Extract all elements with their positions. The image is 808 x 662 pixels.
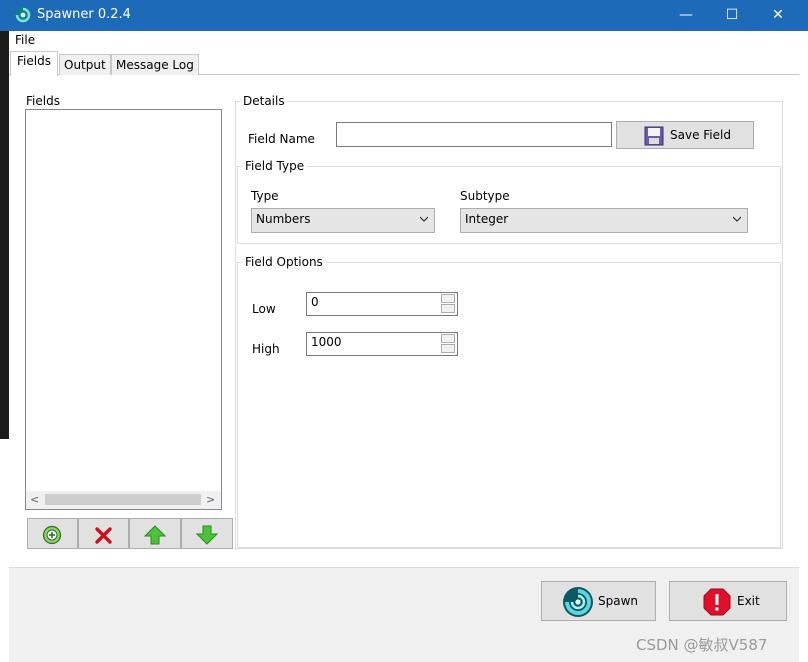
high-value: 1000: [311, 335, 342, 349]
field-options-legend: Field Options: [242, 255, 326, 269]
tab-output[interactable]: Output: [59, 54, 111, 75]
type-selected: Numbers: [256, 212, 311, 226]
spin-down-button[interactable]: [441, 304, 455, 313]
low-spinbox[interactable]: 0: [306, 292, 458, 316]
type-label: Type: [251, 189, 279, 203]
low-value: 0: [311, 295, 319, 309]
spin-up-button[interactable]: [441, 294, 455, 303]
high-spinbox[interactable]: 1000: [306, 332, 458, 356]
subtype-dropdown[interactable]: Integer: [460, 208, 748, 233]
low-spin-buttons[interactable]: [441, 294, 455, 314]
maximize-button[interactable]: ☐: [709, 0, 755, 31]
save-field-label: Save Field: [670, 128, 731, 142]
close-button[interactable]: ✕: [755, 0, 801, 31]
chevron-down-icon: [733, 216, 741, 222]
spin-down-button[interactable]: [441, 344, 455, 353]
close-icon: ✕: [772, 7, 784, 23]
menu-bar: File: [9, 31, 799, 49]
background-window-edge: [0, 31, 9, 439]
exit-button[interactable]: Exit: [669, 581, 787, 621]
type-dropdown[interactable]: Numbers: [251, 208, 435, 233]
save-field-button[interactable]: Save Field: [616, 121, 754, 149]
spawn-label: Spawn: [598, 594, 639, 608]
subtype-label: Subtype: [460, 189, 510, 203]
move-up-button[interactable]: [129, 518, 181, 549]
minimize-icon: —: [679, 7, 693, 23]
delete-field-button[interactable]: [78, 518, 129, 549]
spawner-swirl-icon: [563, 587, 593, 617]
green-up-arrow-icon: [144, 525, 166, 545]
red-stop-icon: [703, 588, 731, 616]
low-label: Low: [252, 302, 276, 316]
tab-message-log[interactable]: Message Log: [111, 54, 199, 75]
scroll-thumb[interactable]: [45, 494, 201, 505]
csdn-watermark: CSDN @敏叔V587: [636, 636, 768, 654]
move-down-button[interactable]: [181, 518, 233, 549]
spin-up-button[interactable]: [441, 334, 455, 343]
fields-label: Fields: [26, 94, 60, 108]
horizontal-scrollbar[interactable]: < >: [26, 491, 221, 509]
scroll-left-arrow[interactable]: <: [30, 493, 42, 506]
green-down-arrow-icon: [196, 525, 218, 545]
plus-circle-icon: [42, 525, 62, 545]
chevron-down-icon: [420, 216, 428, 222]
details-legend: Details: [240, 94, 288, 108]
add-field-button[interactable]: [27, 518, 78, 549]
spawn-button[interactable]: Spawn: [541, 581, 656, 621]
red-x-icon: [95, 527, 112, 544]
subtype-selected: Integer: [465, 212, 509, 226]
high-label: High: [252, 342, 280, 356]
minimize-button[interactable]: —: [663, 0, 709, 31]
fields-listbox[interactable]: [25, 109, 222, 510]
menu-file[interactable]: File: [15, 33, 35, 47]
spawner-swirl-icon: [15, 7, 31, 23]
scroll-right-arrow[interactable]: >: [206, 493, 218, 506]
maximize-icon: ☐: [725, 7, 739, 23]
field-name-input[interactable]: [336, 122, 612, 147]
tab-fields[interactable]: Fields: [10, 51, 58, 76]
exit-label: Exit: [737, 594, 760, 608]
field-name-label: Field Name: [248, 132, 315, 146]
high-spin-buttons[interactable]: [441, 334, 455, 354]
window-title: Spawner 0.2.4: [37, 7, 131, 22]
floppy-disk-icon: [644, 126, 664, 146]
title-bar[interactable]: Spawner 0.2.4 — ☐ ✕: [0, 0, 808, 31]
field-type-legend: Field Type: [242, 159, 308, 173]
